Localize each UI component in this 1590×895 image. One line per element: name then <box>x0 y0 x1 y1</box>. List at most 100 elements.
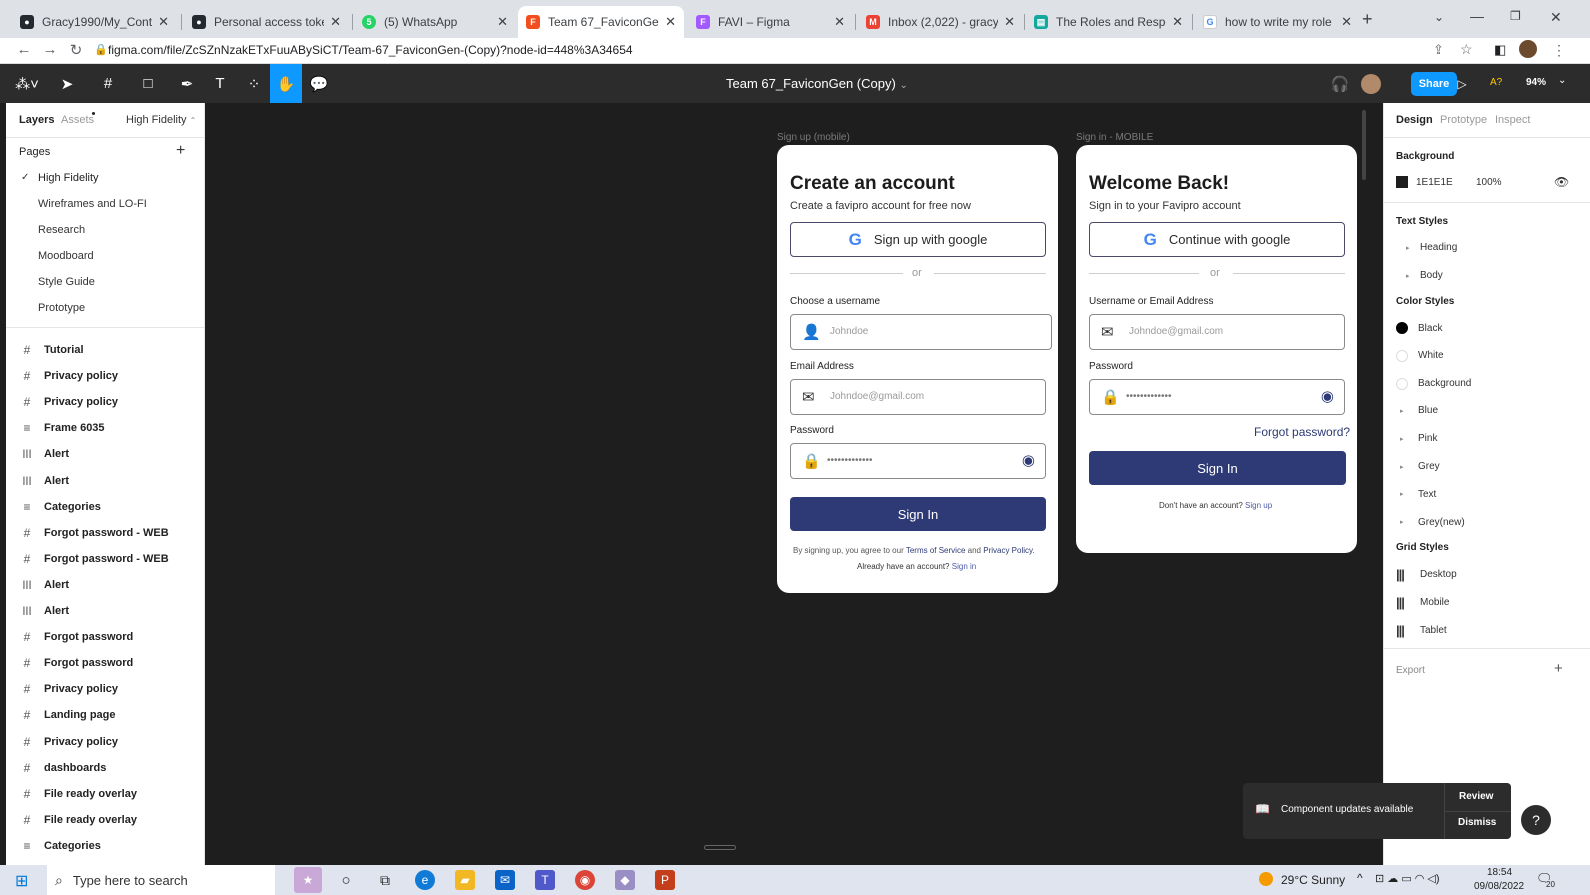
email-input[interactable]: ✉ Johndoe@gmail.com <box>790 379 1046 415</box>
color-style-item[interactable]: ▸ Grey(new) <box>1396 517 1465 528</box>
browser-tab[interactable]: ▤ The Roles and Responsibili ✕ <box>1026 6 1191 38</box>
reload-icon[interactable]: ↻ <box>66 41 86 59</box>
close-icon[interactable]: ✕ <box>1004 14 1015 30</box>
teams-icon[interactable]: T <box>535 870 555 890</box>
page-item[interactable]: Wireframes and LO-FI <box>38 198 147 210</box>
weather-text[interactable]: 29°C Sunny <box>1281 873 1345 887</box>
window-close-icon[interactable]: ✕ <box>1550 9 1562 26</box>
menu-kebab-icon[interactable]: ⋮ <box>1552 42 1566 59</box>
close-icon[interactable]: ✕ <box>1341 14 1352 30</box>
zoom-level[interactable]: 94% <box>1526 77 1546 88</box>
help-button[interactable]: ? <box>1521 805 1551 835</box>
close-icon[interactable]: ✕ <box>834 14 845 30</box>
clock-time[interactable]: 18:54 <box>1487 867 1512 878</box>
chrome-icon[interactable]: ◉ <box>575 870 595 890</box>
layer-item[interactable]: ≡ Categories <box>20 839 100 853</box>
forward-icon[interactable]: → <box>40 41 60 58</box>
layer-item[interactable]: # Forgot password <box>20 656 134 670</box>
chevron-down-icon[interactable]: ⌄ <box>1558 75 1566 86</box>
dismiss-button[interactable]: Dismiss <box>1458 817 1496 828</box>
layer-item[interactable]: # File ready overlay <box>20 787 137 801</box>
bookmark-star-icon[interactable]: ☆ <box>1460 41 1473 58</box>
add-export-icon[interactable]: + <box>1554 660 1563 677</box>
signup-link[interactable]: Sign up <box>1245 501 1272 510</box>
tab-inspect[interactable]: Inspect <box>1495 114 1530 126</box>
layer-item[interactable]: ǀǀǀ Alert <box>20 604 69 618</box>
app-icon[interactable]: ◆ <box>615 870 635 890</box>
back-icon[interactable]: ← <box>14 41 34 58</box>
task-view-icon[interactable]: ⧉ <box>375 870 395 890</box>
document-title[interactable]: Team 67_FaviconGen (Copy) ⌄ <box>726 76 908 91</box>
color-style-item[interactable]: ▸ Grey <box>1396 461 1440 472</box>
close-icon[interactable]: ✕ <box>1172 14 1183 30</box>
password-input[interactable]: 🔒 ••••••••••••• ◉ <box>1089 379 1345 415</box>
layer-item[interactable]: # Forgot password <box>20 630 134 644</box>
comment-tool-icon[interactable]: 💬 <box>308 64 330 103</box>
grid-style-item[interactable]: ||| Desktop <box>1396 567 1457 582</box>
color-style-item[interactable]: ▸ Pink <box>1396 433 1437 444</box>
color-style-item[interactable]: Background <box>1396 377 1471 390</box>
layer-item[interactable]: ǀǀǀ Alert <box>20 447 69 461</box>
clock-date[interactable]: 09/08/2022 <box>1474 881 1524 892</box>
background-opacity[interactable]: 100% <box>1476 177 1502 188</box>
layer-item[interactable]: # Privacy policy <box>20 682 118 696</box>
page-picker[interactable]: High Fidelity ⌃ <box>126 114 196 126</box>
present-play-icon[interactable]: ▷ <box>1452 64 1472 103</box>
browser-tab[interactable]: ● Gracy1990/My_Contributio ✕ <box>12 6 177 38</box>
browser-tab[interactable]: M Inbox (2,022) - gracyenohi ✕ <box>858 6 1023 38</box>
browser-tab[interactable]: F FAVI – Figma ✕ <box>688 6 853 38</box>
shape-tool-icon[interactable]: □ <box>134 64 162 103</box>
google-continue-button[interactable]: G Continue with google <box>1089 222 1345 257</box>
layer-item[interactable]: ≡ Frame 6035 <box>20 421 104 435</box>
user-avatar[interactable] <box>1361 74 1381 94</box>
color-style-item[interactable]: White <box>1396 349 1444 362</box>
google-signup-button[interactable]: G Sign up with google <box>790 222 1046 257</box>
tray-chevron-icon[interactable]: ^ <box>1357 871 1363 885</box>
frame-tool-icon[interactable]: # <box>94 64 122 103</box>
browser-tab[interactable]: G how to write my role in a d ✕ <box>1195 6 1360 38</box>
password-input[interactable]: 🔒 ••••••••••••• ◉ <box>790 443 1046 479</box>
layer-item[interactable]: ǀǀǀ Alert <box>20 474 69 488</box>
close-icon[interactable]: ✕ <box>665 14 676 30</box>
signin-card[interactable]: Welcome Back! Sign in to your Favipro ac… <box>1076 145 1357 553</box>
color-style-item[interactable]: ▸ Text <box>1396 489 1436 500</box>
design-canvas[interactable]: Sign up (mobile) Create an account Creat… <box>205 103 1383 865</box>
frame-label[interactable]: Sign in - MOBILE <box>1076 132 1153 143</box>
text-style-item[interactable]: ▸ Body <box>1406 270 1443 281</box>
text-tool-icon[interactable]: T <box>210 64 230 103</box>
color-style-item[interactable]: ▸ Blue <box>1396 405 1438 416</box>
eye-icon[interactable]: ◉ <box>1022 451 1035 469</box>
layer-item[interactable]: # Privacy policy <box>20 735 118 749</box>
layer-item[interactable]: # Privacy policy <box>20 369 118 383</box>
eye-icon[interactable]: 👁 <box>1554 175 1569 189</box>
signup-card[interactable]: Create an account Create a favipro accou… <box>777 145 1058 593</box>
missing-fonts-indicator[interactable]: A? <box>1490 77 1502 88</box>
cortana-icon[interactable]: ○ <box>336 870 356 890</box>
layer-item[interactable]: ≡ Categories <box>20 500 100 514</box>
close-icon[interactable]: ✕ <box>497 14 508 30</box>
layer-item[interactable]: # Landing page <box>20 708 116 722</box>
grid-style-item[interactable]: ||| Tablet <box>1396 623 1447 638</box>
page-item-active[interactable]: High Fidelity <box>38 172 99 184</box>
tab-search-icon[interactable]: ⌄ <box>1434 10 1444 24</box>
browser-tab[interactable]: 5 (5) WhatsApp ✕ <box>354 6 516 38</box>
background-hex[interactable]: 1E1E1E <box>1416 177 1453 188</box>
browser-tab[interactable]: ● Personal access tokens ✕ <box>184 6 349 38</box>
layer-item[interactable]: # Tutorial <box>20 343 84 357</box>
taskbar-search[interactable]: ⌕ Type here to search <box>47 865 275 895</box>
review-button[interactable]: Review <box>1459 791 1493 802</box>
layer-item[interactable]: # Forgot password - WEB <box>20 552 169 566</box>
canvas-scrollbar[interactable] <box>1362 110 1366 180</box>
mail-app-icon[interactable]: ✉ <box>495 870 515 890</box>
canvas-handle[interactable] <box>704 845 736 850</box>
eye-icon[interactable]: ◉ <box>1321 387 1334 405</box>
signin-link[interactable]: Sign in <box>952 562 976 571</box>
pen-tool-icon[interactable]: ✒ <box>172 64 202 103</box>
layer-item[interactable]: # Forgot password - WEB <box>20 526 169 540</box>
weather-sun-icon[interactable] <box>1259 872 1273 886</box>
privacy-link[interactable]: Privacy Policy. <box>983 546 1034 555</box>
page-item[interactable]: Research <box>38 224 85 236</box>
resources-icon[interactable]: ⁘ <box>242 64 266 103</box>
terms-link[interactable]: Terms of Service <box>906 546 966 555</box>
grid-style-item[interactable]: ||| Mobile <box>1396 595 1449 610</box>
